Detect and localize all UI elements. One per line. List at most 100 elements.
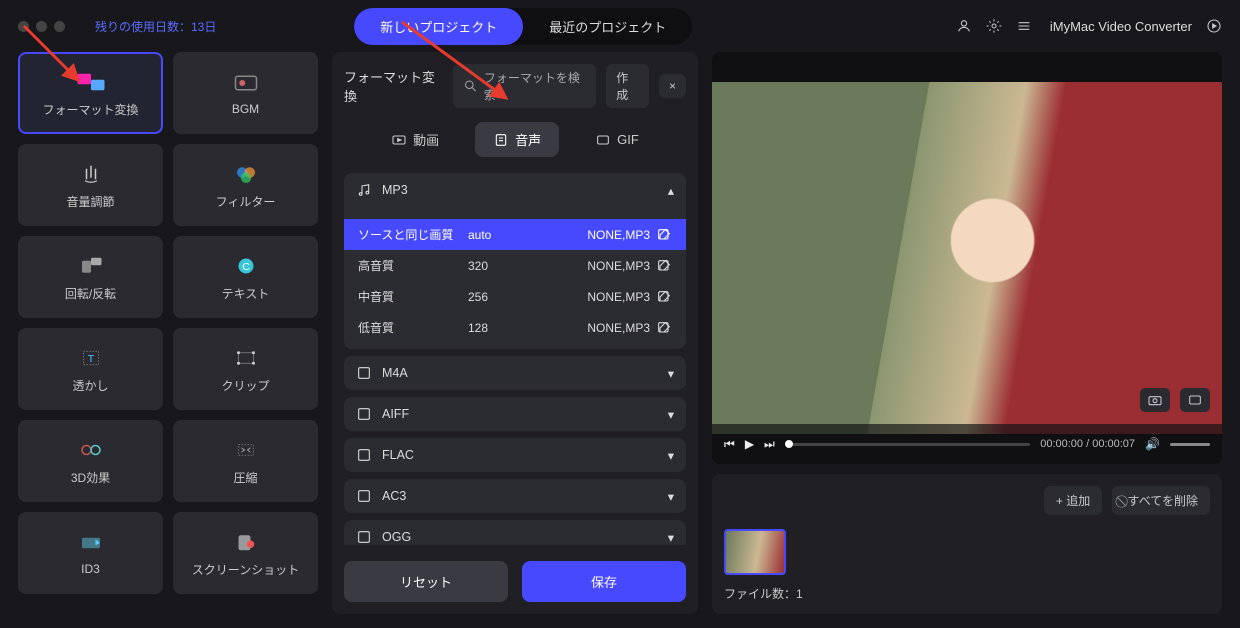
tool-label: ID3	[81, 562, 100, 576]
add-file-button[interactable]: + 追加	[1044, 486, 1102, 515]
maximize-window-icon[interactable]	[54, 21, 65, 32]
window-controls[interactable]	[18, 21, 65, 32]
tool-format-convert[interactable]: フォーマット変換	[18, 52, 163, 134]
create-button[interactable]: 作成	[606, 64, 649, 108]
audio-file-icon	[356, 365, 372, 381]
quality-row-mid[interactable]: 中音質256NONE,MP3	[344, 281, 686, 312]
quality-row-low[interactable]: 低音質128NONE,MP3	[344, 312, 686, 343]
panel-title: フォーマット変換	[344, 67, 443, 105]
tool-label: 3D効果	[71, 469, 110, 486]
format-item-mp3[interactable]: MP3 ▴ ソースと同じ画質autoNONE,MP3 高音質320NONE,MP…	[344, 173, 686, 349]
tool-id3[interactable]: ID3	[18, 512, 163, 594]
tool-label: スクリーンショット	[192, 561, 299, 578]
chevron-up-icon: ▴	[668, 183, 674, 198]
format-name: M4A	[382, 366, 408, 380]
quality-row-high[interactable]: 高音質320NONE,MP3	[344, 250, 686, 281]
quality-codec: NONE,MP3	[587, 259, 650, 273]
format-name: AC3	[382, 489, 406, 503]
tab-new-project[interactable]: 新しいプロジェクト	[354, 8, 523, 45]
edit-icon[interactable]	[656, 258, 672, 274]
next-button[interactable]: ⏭	[764, 437, 775, 452]
format-item-m4a[interactable]: M4A ▾	[344, 356, 686, 390]
tool-compress[interactable]: 圧縮	[173, 420, 318, 502]
chevron-down-icon: ▾	[668, 489, 674, 504]
close-panel-button[interactable]: ×	[659, 74, 686, 98]
delete-all-button[interactable]: ⃠ すべてを削除	[1112, 486, 1210, 515]
tab-recent-projects[interactable]: 最近のプロジェクト	[523, 8, 692, 45]
snapshot-button[interactable]	[1140, 388, 1170, 412]
video-icon	[391, 132, 407, 148]
time-display: 00:00:00 / 00:00:07	[1040, 438, 1135, 450]
chevron-down-icon: ▾	[668, 407, 674, 422]
format-name: FLAC	[382, 448, 414, 462]
tab-label: 動画	[413, 130, 439, 149]
reset-button[interactable]: リセット	[344, 561, 508, 602]
volume-icon[interactable]: 🔊	[1145, 437, 1160, 451]
chevron-down-icon: ▾	[668, 366, 674, 381]
tool-text[interactable]: C テキスト	[173, 236, 318, 318]
edit-icon[interactable]	[656, 227, 672, 243]
audio-file-icon	[356, 447, 372, 463]
tool-label: 音量調節	[66, 193, 114, 210]
format-item-aiff[interactable]: AIFF ▾	[344, 397, 686, 431]
project-tabs: 新しいプロジェクト 最近のプロジェクト	[354, 8, 692, 45]
title-bar: 残りの使用日数：13日 新しいプロジェクト 最近のプロジェクト iMyMac V…	[0, 0, 1240, 52]
chevron-down-icon: ▾	[668, 448, 674, 463]
tool-3d[interactable]: 3D効果	[18, 420, 163, 502]
tool-volume[interactable]: 音量調節	[18, 144, 163, 226]
volume-slider[interactable]	[1170, 443, 1210, 446]
chevron-down-icon: ▾	[668, 530, 674, 545]
tool-filter[interactable]: フィルター	[173, 144, 318, 226]
prev-button[interactable]: ⏮	[724, 437, 735, 452]
search-placeholder: フォーマットを検索	[484, 69, 586, 103]
quality-rate: auto	[468, 228, 548, 242]
account-icon[interactable]	[956, 18, 972, 34]
svg-text:T: T	[87, 352, 94, 364]
tool-label: クリップ	[221, 377, 269, 394]
tab-audio[interactable]: 音声	[475, 122, 559, 157]
format-item-flac[interactable]: FLAC ▾	[344, 438, 686, 472]
tool-bgm[interactable]: BGM	[173, 52, 318, 134]
fullscreen-button[interactable]	[1180, 388, 1210, 412]
gif-icon	[595, 132, 611, 148]
file-thumbnail[interactable]	[724, 529, 786, 575]
format-item-ac3[interactable]: AC3 ▾	[344, 479, 686, 513]
edit-icon[interactable]	[656, 289, 672, 305]
quality-row-source[interactable]: ソースと同じ画質autoNONE,MP3	[344, 219, 686, 250]
tab-label: GIF	[617, 132, 639, 147]
format-name: AIFF	[382, 407, 409, 421]
tool-label: フォーマット変換	[42, 101, 138, 118]
settings-icon[interactable]	[986, 18, 1002, 34]
edit-icon[interactable]	[656, 320, 672, 336]
tool-watermark[interactable]: T透かし	[18, 328, 163, 410]
tool-sidebar: フォーマット変換 BGM 音量調節 フィルター 回転/反転 C テキスト T透かし…	[18, 52, 318, 614]
format-item-ogg[interactable]: OGG▾	[344, 520, 686, 545]
quality-codec: NONE,MP3	[587, 321, 650, 335]
close-window-icon[interactable]	[18, 21, 29, 32]
play-circle-icon[interactable]	[1206, 18, 1222, 34]
audio-file-icon	[356, 529, 372, 545]
tool-screenshot[interactable]: スクリーンショット	[173, 512, 318, 594]
tool-label: フィルター	[216, 193, 276, 210]
tool-clip[interactable]: クリップ	[173, 328, 318, 410]
minimize-window-icon[interactable]	[36, 21, 47, 32]
svg-text:C: C	[242, 260, 250, 272]
quality-rate: 320	[468, 259, 548, 273]
tab-video[interactable]: 動画	[373, 122, 457, 157]
menu-icon[interactable]	[1016, 18, 1032, 34]
file-count-label: ファイル数：1	[724, 585, 1210, 602]
tool-label: テキスト	[222, 285, 270, 302]
save-button[interactable]: 保存	[522, 561, 686, 602]
search-icon	[463, 78, 478, 94]
seek-bar[interactable]	[785, 443, 1030, 446]
quality-codec: NONE,MP3	[587, 290, 650, 304]
quality-name: 低音質	[358, 319, 468, 336]
play-button[interactable]: ▶	[745, 437, 754, 451]
tool-rotate[interactable]: 回転/反転	[18, 236, 163, 318]
tab-gif[interactable]: GIF	[577, 122, 657, 157]
format-panel: フォーマット変換 フォーマットを検索 作成 × 動画 音声 GIF MP3 ▴ …	[332, 52, 698, 614]
quality-name: 中音質	[358, 288, 468, 305]
format-search[interactable]: フォーマットを検索	[453, 64, 596, 108]
format-type-tabs: 動画 音声 GIF	[344, 122, 686, 157]
quality-list: ソースと同じ画質autoNONE,MP3 高音質320NONE,MP3 中音質2…	[344, 217, 686, 349]
